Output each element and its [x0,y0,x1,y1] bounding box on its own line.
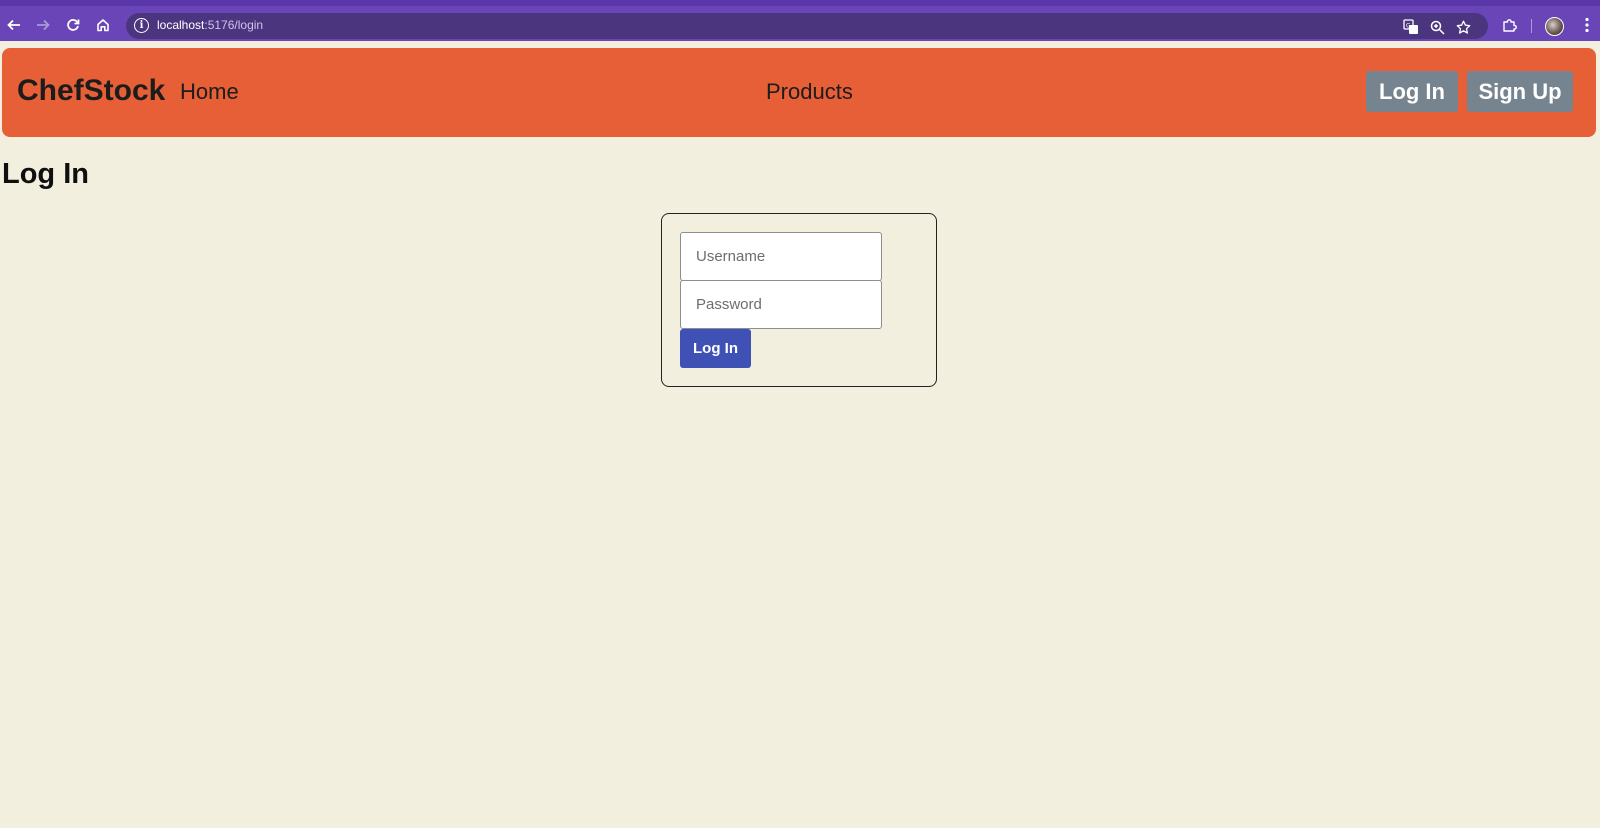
app-navbar: ChefStock Home Products Log In Sign Up [2,48,1596,137]
nav-link-products[interactable]: Products [766,79,853,105]
password-input[interactable] [680,280,882,329]
info-icon[interactable]: i [134,18,149,33]
zoom-icon[interactable] [1428,18,1446,36]
profile-avatar[interactable] [1545,17,1564,36]
username-input[interactable] [680,232,882,281]
translate-icon[interactable]: G [1402,18,1420,36]
login-submit-button[interactable]: Log In [680,329,751,368]
login-form: Log In [661,213,937,387]
nav-login-button[interactable]: Log In [1366,71,1458,112]
browser-toolbar: i localhost:5176/login G [0,0,1600,41]
page-title: Log In [2,158,89,190]
url-host: localhost [157,18,205,32]
forward-arrow-icon[interactable] [30,12,56,38]
url-text[interactable]: localhost:5176/login [157,18,263,32]
nav-signup-button[interactable]: Sign Up [1467,71,1573,112]
home-icon[interactable] [90,12,116,38]
address-bar[interactable]: i localhost:5176/login G [126,13,1488,39]
svg-text:G: G [1406,23,1411,30]
star-icon[interactable] [1454,18,1472,36]
nav-link-home[interactable]: Home [180,79,239,105]
back-arrow-icon[interactable] [1,12,27,38]
toolbar-divider [1531,19,1532,33]
brand-logo[interactable]: ChefStock [17,74,165,108]
url-path: :5176/login [204,18,264,32]
reload-icon[interactable] [60,12,86,38]
kebab-menu-icon[interactable] [1574,12,1600,38]
puzzle-icon[interactable] [1497,12,1523,38]
